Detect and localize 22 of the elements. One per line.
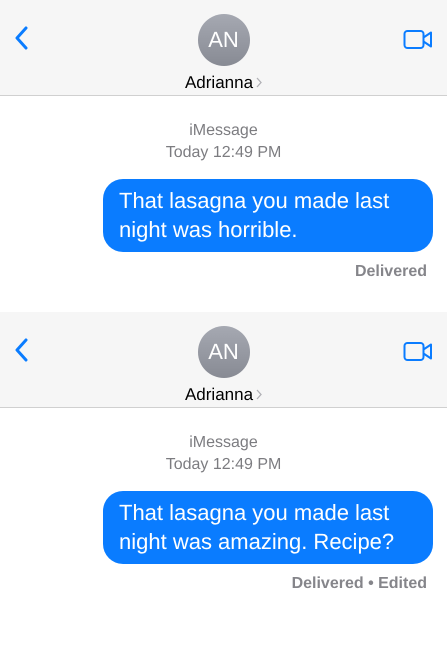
- timestamp: Today 12:49 PM: [166, 142, 282, 163]
- contact-name-button[interactable]: Adrianna: [184, 382, 262, 407]
- service-label: iMessage: [189, 121, 258, 141]
- message-bubble: That lasagna you made last night was amazing. Recipe?: [103, 491, 433, 564]
- back-icon: [14, 338, 28, 362]
- chevron-icon: [256, 388, 262, 400]
- service-label: iMessage: [189, 433, 258, 453]
- contact-name-button[interactable]: Adrianna: [184, 70, 262, 95]
- back-icon: [14, 26, 28, 50]
- contact-avatar: AN: [198, 14, 250, 66]
- timestamp: Today 12:49 PM: [166, 454, 282, 475]
- contact-avatar: AN: [198, 326, 250, 378]
- back-button[interactable]: [14, 26, 28, 50]
- video-camera-icon: [403, 28, 433, 51]
- video-call-button[interactable]: [403, 340, 433, 364]
- chevron-icon: [256, 76, 262, 88]
- message-bubble: That lasagna you made last night was horrible.: [103, 179, 433, 252]
- delivery-status: Delivered • Edited: [292, 574, 427, 594]
- delivery-status: Delivered: [354, 262, 427, 282]
- back-button[interactable]: [14, 338, 28, 362]
- video-call-button[interactable]: [403, 28, 433, 52]
- video-camera-icon: [403, 340, 433, 363]
